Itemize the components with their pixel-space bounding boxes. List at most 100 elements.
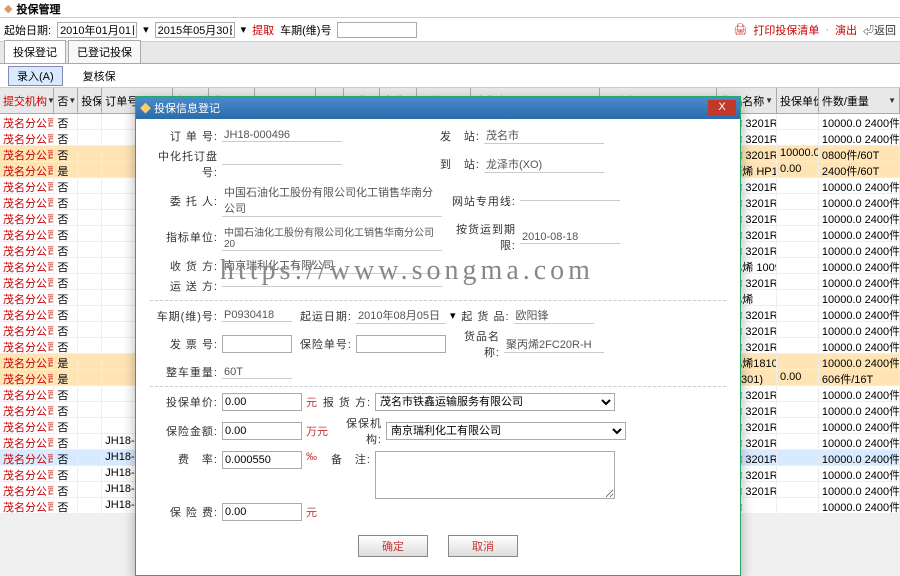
cell: 是 [54,162,78,177]
ok-button[interactable]: 确定 [358,535,428,557]
rate-input[interactable] [222,451,302,469]
cell: 茂名分公司 [0,258,54,273]
cell [777,114,819,129]
cell: 茂名分公司 [0,482,54,497]
cancel-button[interactable]: 取消 [448,535,518,557]
extract-button[interactable]: 提取 [252,22,274,38]
cell: 茂名分公司 [0,162,54,177]
calendar-icon[interactable]: ▾ [450,309,456,322]
notify-label: 网站专用线: [446,193,516,209]
cell [78,482,102,497]
cell [78,322,102,337]
cell [78,306,102,321]
cell: 10000.0 2400件/60T [819,114,900,129]
note-label: 备 注: [321,451,371,467]
cell: 茂名分公司 [0,466,54,481]
cell: 否 [54,274,78,289]
cell [78,178,102,193]
cell: 10000.0 2400件/60T [819,498,900,513]
cell [78,498,102,513]
cell: 否 [54,130,78,145]
column-header[interactable]: 投保登记▼ [78,88,102,113]
goods-value: 聚丙烯2FC20R-H [504,336,604,353]
cell: 茂名分公司 [0,370,54,385]
unit-price-input[interactable] [222,393,302,411]
receiver-label: 收 货 方: [150,258,218,274]
central-value [222,164,342,165]
amount-input[interactable] [222,422,302,440]
note-textarea[interactable] [375,451,615,499]
date-to-input[interactable] [155,22,235,38]
cell: 茂名分公司 [0,146,54,161]
cell [78,146,102,161]
cell: 茂名分公司 [0,210,54,225]
date-label: 起始日期: [4,22,51,38]
cell [777,290,819,305]
provider-select[interactable]: 南京瑞利化工有限公司 [386,422,626,440]
insurance-register-modal: ◆ 投保信息登记 X 订 单 号: JH18-000496 发 站: 茂名市 中… [135,96,741,576]
cell [777,434,819,449]
cell [777,194,819,209]
cell [78,402,102,417]
car-no-input[interactable] [337,22,417,38]
cell [777,210,819,225]
cell: 茂名分公司 [0,178,54,193]
cell: 否 [54,450,78,465]
cell: 否 [54,338,78,353]
close-button[interactable]: X [708,100,736,116]
cell [78,258,102,273]
cell: 否 [54,290,78,305]
consignor-value: 中国石油化工股份有限公司化工销售华南分公司 [222,184,442,217]
fee-input[interactable] [222,503,302,521]
export-button[interactable]: 演出 [835,22,857,38]
cell: 否 [54,306,78,321]
cell: 10000.0 2400件/60T [819,450,900,465]
cell [78,450,102,465]
cell: 否 [54,226,78,241]
cell: 10000.0 2400件/60T [819,194,900,209]
back-button[interactable]: ⏎返回 [863,22,896,38]
invoice-input[interactable] [222,335,292,353]
tab-register[interactable]: 投保登记 [4,40,66,63]
calendar-icon[interactable]: ▾ [143,23,149,36]
deliver-value [222,286,442,287]
column-header[interactable]: 件数/重量▼ [819,88,900,113]
main-toolbar: 起始日期: ▾ ▾ 提取 车期(维)号 🖨 打印投保清单 · 演出 ⏎返回 [0,18,900,42]
column-header[interactable]: 提交机构▼ [0,88,54,113]
cell: 否 [54,210,78,225]
cell: 否 [54,178,78,193]
add-button[interactable]: 录入(A) [8,66,63,86]
window-title-bar: ◆ 投保管理 [0,0,900,18]
cell [777,418,819,433]
cell: 10000.0 2400件/60T [819,434,900,449]
cell: 10000.0 2400件/60T [819,226,900,241]
column-header[interactable]: 否▼ [54,88,78,113]
cell [78,354,102,369]
tab-registered[interactable]: 已登记投保 [68,40,141,63]
agent-select[interactable]: 茂名市铁鑫运输服务有限公司 [375,393,615,411]
cell [777,258,819,273]
invoice-label: 发 票 号: [150,336,218,352]
cell [777,482,819,497]
column-header[interactable]: 投保单价▼ [777,88,819,113]
cell: 茂名分公司 [0,498,54,513]
cell [777,130,819,145]
cell: 10000.0 2400件/60T [819,482,900,497]
date-from-input[interactable] [57,22,137,38]
printer-icon: 🖨 [733,23,747,36]
modal-title-bar[interactable]: ◆ 投保信息登记 X [136,97,740,119]
print-button[interactable]: 打印投保清单 [753,22,819,38]
cell [777,338,819,353]
cell: 茂名分公司 [0,434,54,449]
cell: 否 [54,418,78,433]
cell: 10000.0 2400件/60T [819,130,900,145]
calendar-icon[interactable]: ▾ [241,23,247,36]
cell: 10000.0 2400件/60T [819,274,900,289]
cell: 10000.0 [777,146,819,161]
cell: 茂名分公司 [0,194,54,209]
cell: 0.00 [777,162,819,177]
weight-value: 60T [222,366,292,379]
cell [78,194,102,209]
cell: 10000.0 2400件/60T [819,210,900,225]
ins-no-input[interactable] [356,335,446,353]
